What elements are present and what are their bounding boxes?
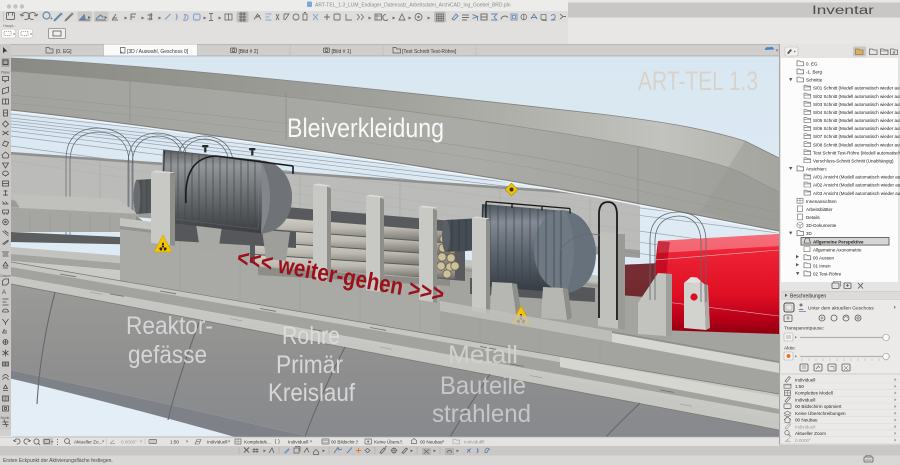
svg-text:Aktueller Zoom: Aktueller Zoom <box>795 431 826 436</box>
svg-text:Planur: Planur <box>1 71 11 75</box>
svg-text:S/05 Schnitt (Modell automatis: S/05 Schnitt (Modell automatisch wieder … <box>813 118 900 123</box>
svg-text:ART-TEL_1.3_LUM_Endlager_Daten: ART-TEL_1.3_LUM_Endlager_Datensatz_Arbei… <box>315 3 511 9</box>
svg-text:Individuell: Individuell <box>795 424 815 429</box>
svg-text:Keine Überschreibungen: Keine Überschreibungen <box>795 410 846 416</box>
svg-text:A/03 Ansicht (Modell automatis: A/03 Ansicht (Modell automatisch wieder … <box>813 191 900 196</box>
svg-text:Kreislauf: Kreislauf <box>268 379 355 407</box>
svg-text:A: A <box>2 290 6 296</box>
svg-text:1:50: 1:50 <box>795 384 804 389</box>
svg-text:ART-TEL 1.3: ART-TEL 1.3 <box>638 66 758 96</box>
svg-text:S/04 Schnitt (Modell automatis: S/04 Schnitt (Modell automatisch wieder … <box>813 110 900 115</box>
svg-text:[0. EG]: [0. EG] <box>56 49 72 55</box>
svg-text:S/08 Schnitt (Modell automatis: S/08 Schnitt (Modell automatisch wieder … <box>813 142 900 147</box>
svg-text:Details: Details <box>806 215 821 220</box>
svg-text:gefässe: gefässe <box>128 341 207 369</box>
svg-text:00 Bildschirm optimiert: 00 Bildschirm optimiert <box>795 404 842 409</box>
svg-text:Unter dem aktuellen Geschoss: Unter dem aktuellen Geschoss <box>808 306 874 312</box>
svg-text:Aktiv:: Aktiv: <box>784 346 796 352</box>
svg-text:S/02 Schnitt (Modell automatis: S/02 Schnitt (Modell automatisch wieder … <box>813 94 900 99</box>
svg-text:Komplettes...: Komplettes... <box>244 439 271 444</box>
svg-text:+: + <box>50 16 53 22</box>
svg-text:Allgemeine Axonometrie: Allgemeine Axonometrie <box>813 247 862 252</box>
svg-text:Individuell: Individuell <box>795 397 815 402</box>
svg-text:Komplettes Modell: Komplettes Modell <box>795 391 833 396</box>
svg-text:Test Schnitt Test-Röhre (Model: Test Schnitt Test-Röhre (Modell automati… <box>813 150 900 155</box>
svg-text:Sichtb: Sichtb <box>1 416 10 420</box>
svg-text:Inventar: Inventar <box>812 5 874 17</box>
svg-text:Bleiverkleidung: Bleiverkleidung <box>287 113 444 143</box>
svg-text:Primär: Primär <box>276 351 343 379</box>
svg-text:0.0000°: 0.0000° <box>795 438 811 443</box>
svg-text:Bauteile: Bauteile <box>440 372 526 400</box>
svg-text:-1. Berg: -1. Berg <box>806 70 823 75</box>
svg-text:Dokum: Dokum <box>1 274 11 278</box>
svg-text:3D-Dokumente: 3D-Dokumente <box>806 223 837 228</box>
svg-text:Keine Übers...: Keine Übers... <box>374 438 403 444</box>
svg-text:Schnitte: Schnitte <box>806 78 823 83</box>
svg-text:Aktueller Zo...: Aktueller Zo... <box>74 439 102 444</box>
svg-text:02 Test-Röhre: 02 Test-Röhre <box>813 272 842 277</box>
svg-text:Rohre: Rohre <box>282 322 340 350</box>
svg-text:[Bild # 2]: [Bild # 2] <box>239 49 259 55</box>
svg-text:Reaktor-: Reaktor- <box>126 312 213 340</box>
svg-text:Individuell: Individuell <box>207 439 227 444</box>
svg-text:S/07 Schnitt (Modell automatis: S/07 Schnitt (Modell automatisch wieder … <box>813 134 900 139</box>
svg-text:S/06 Schnitt (Modell automatis: S/06 Schnitt (Modell automatisch wieder … <box>813 126 900 131</box>
svg-text:A/02 Ansicht (Modell automatis: A/02 Ansicht (Modell automatisch wieder … <box>813 183 900 188</box>
svg-text:Arbeitsblätter: Arbeitsblätter <box>806 207 833 212</box>
svg-text:0. EG: 0. EG <box>806 62 818 67</box>
svg-text:Verschluss-Schnitt Schnitt (Un: Verschluss-Schnitt Schnitt (Unabhängig) <box>813 158 894 163</box>
svg-text:[Test Schnitt Test-Röhre]: [Test Schnitt Test-Röhre] <box>402 49 457 55</box>
svg-text:Allgemeine Perspektive: Allgemeine Perspektive <box>813 239 864 244</box>
svg-text:1:50: 1:50 <box>170 439 179 444</box>
svg-text:Haupt...: Haupt... <box>3 24 16 28</box>
svg-text:strahlend: strahlend <box>432 400 531 428</box>
svg-text:00 Bildschir...: 00 Bildschir... <box>331 439 358 444</box>
svg-text:[Bild # 1]: [Bild # 1] <box>332 49 352 55</box>
svg-text:Innenansichten: Innenansichten <box>806 199 837 204</box>
svg-text:3D: 3D <box>806 231 813 236</box>
svg-text:00 Aussen: 00 Aussen <box>813 255 835 260</box>
svg-text:Individuell: Individuell <box>795 377 815 382</box>
svg-text:S/01 Schnitt (Modell automatis: S/01 Schnitt (Modell automatisch wieder … <box>813 86 900 91</box>
svg-text:Individuell: Individuell <box>288 439 308 444</box>
svg-text:Beschreibungen: Beschreibungen <box>790 294 826 300</box>
svg-text:Transparentpause:: Transparentpause: <box>784 326 824 332</box>
svg-text:01 Innen: 01 Innen <box>813 264 831 269</box>
svg-text:S/03 Schnitt (Modell automatis: S/03 Schnitt (Modell automatisch wieder … <box>813 102 900 107</box>
svg-text:Ersten Eckpunkt der Aktivierun: Ersten Eckpunkt der Aktivierungsfläche f… <box>3 458 113 464</box>
svg-text:Ansichten:: Ansichten: <box>806 167 827 172</box>
svg-text:0.0000°: 0.0000° <box>121 439 137 444</box>
svg-text:A/01 Ansicht (Modell automatis: A/01 Ansicht (Modell automatisch wieder … <box>813 175 900 180</box>
svg-text:00 Neubau: 00 Neubau <box>795 418 818 423</box>
svg-text:[3D / Auswahl, Geschoss 0]: [3D / Auswahl, Geschoss 0] <box>127 49 189 55</box>
svg-text:00 Neubau: 00 Neubau <box>420 439 443 444</box>
svg-text:Metall: Metall <box>448 341 518 369</box>
